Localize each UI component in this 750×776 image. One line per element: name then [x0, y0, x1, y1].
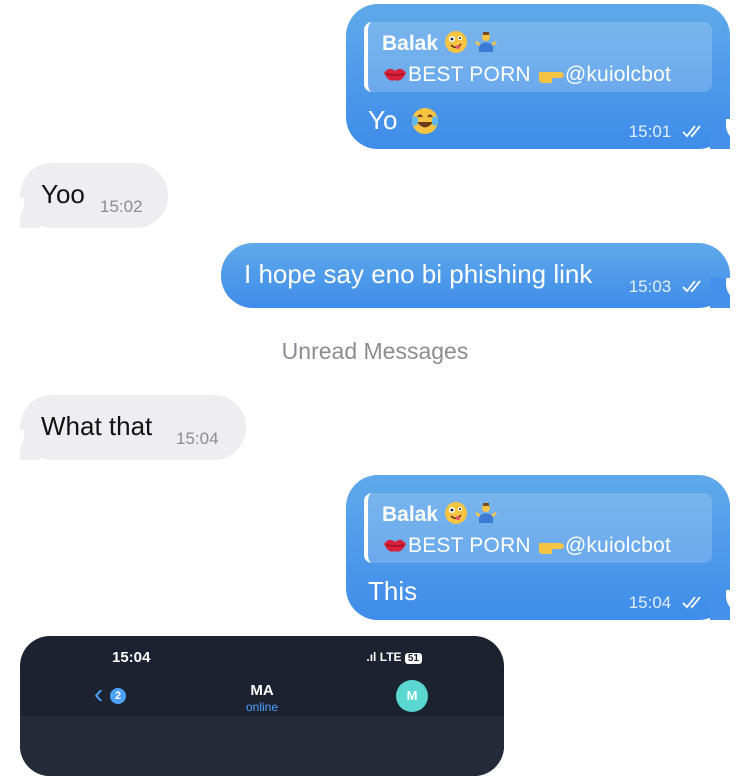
reply-text: BEST PORN @kuiolcbot: [382, 62, 712, 92]
outgoing-message-3[interactable]: I hope say eno bi phishing link 15:03: [221, 243, 740, 308]
reply-sender: Balak: [382, 501, 712, 531]
screenshot-chat-background: [20, 716, 504, 776]
message-time: 15:04: [629, 593, 704, 614]
incoming-message-2[interactable]: Yoo 15:02: [10, 163, 168, 228]
message-time: 15:01: [629, 122, 704, 143]
zany-face-icon: [444, 30, 468, 60]
outgoing-message-1[interactable]: Balak BEST PORN @kuiolcbot Yo 15:01: [346, 4, 740, 149]
double-check-icon: [682, 278, 704, 298]
reply-text: BEST PORN @kuiolcbot: [382, 533, 712, 563]
pointing-right-icon: [537, 65, 565, 92]
person-shrugging-icon: [474, 30, 498, 60]
message-text: This: [368, 576, 418, 606]
incoming-message-4[interactable]: What that 15:04: [10, 395, 246, 460]
screenshot-contact-status: online: [245, 700, 279, 714]
avatar: M: [396, 680, 428, 712]
bubble-tail: [710, 119, 740, 149]
message-text: What that: [41, 411, 153, 441]
message-time: 15:03: [629, 277, 704, 298]
tears-of-joy-icon: [410, 106, 440, 141]
pointing-right-icon: [537, 536, 565, 563]
double-check-icon: [682, 123, 704, 143]
screenshot-status-time: 15:04: [112, 649, 151, 666]
kiss-mark-icon: [382, 536, 408, 563]
bubble-tail: [10, 198, 40, 228]
person-shrugging-icon: [474, 501, 498, 531]
zany-face-icon: [444, 501, 468, 531]
reply-preview[interactable]: Balak BEST PORN @kuiolcbot: [364, 22, 712, 92]
message-text: I hope say eno bi phishing link: [244, 259, 593, 289]
double-check-icon: [682, 594, 704, 614]
kiss-mark-icon: [382, 65, 408, 92]
screenshot-image-message[interactable]: 15:04 .ıl LTE 51 ‹ 2 MA online M: [20, 636, 504, 776]
screenshot-status-bar: .ıl LTE 51: [366, 650, 422, 664]
message-time: 15:02: [100, 197, 143, 216]
bubble-tail: [710, 278, 740, 308]
message-text: Yoo: [41, 179, 85, 209]
signal-icon: .ıl: [366, 650, 377, 664]
bubble-tail: [10, 430, 40, 460]
reply-preview[interactable]: Balak BEST PORN @kuiolcbot: [364, 493, 712, 563]
outgoing-message-5[interactable]: Balak BEST PORN @kuiolcbot This 15:04: [346, 475, 740, 620]
bubble-tail: [710, 590, 740, 620]
message-time: 15:04: [176, 429, 219, 448]
battery-icon: 51: [404, 653, 422, 664]
message-text: Yo: [368, 105, 398, 135]
unread-messages-divider: Unread Messages: [281, 338, 469, 364]
screenshot-contact-name: MA: [250, 682, 274, 699]
reply-sender: Balak: [382, 30, 712, 60]
